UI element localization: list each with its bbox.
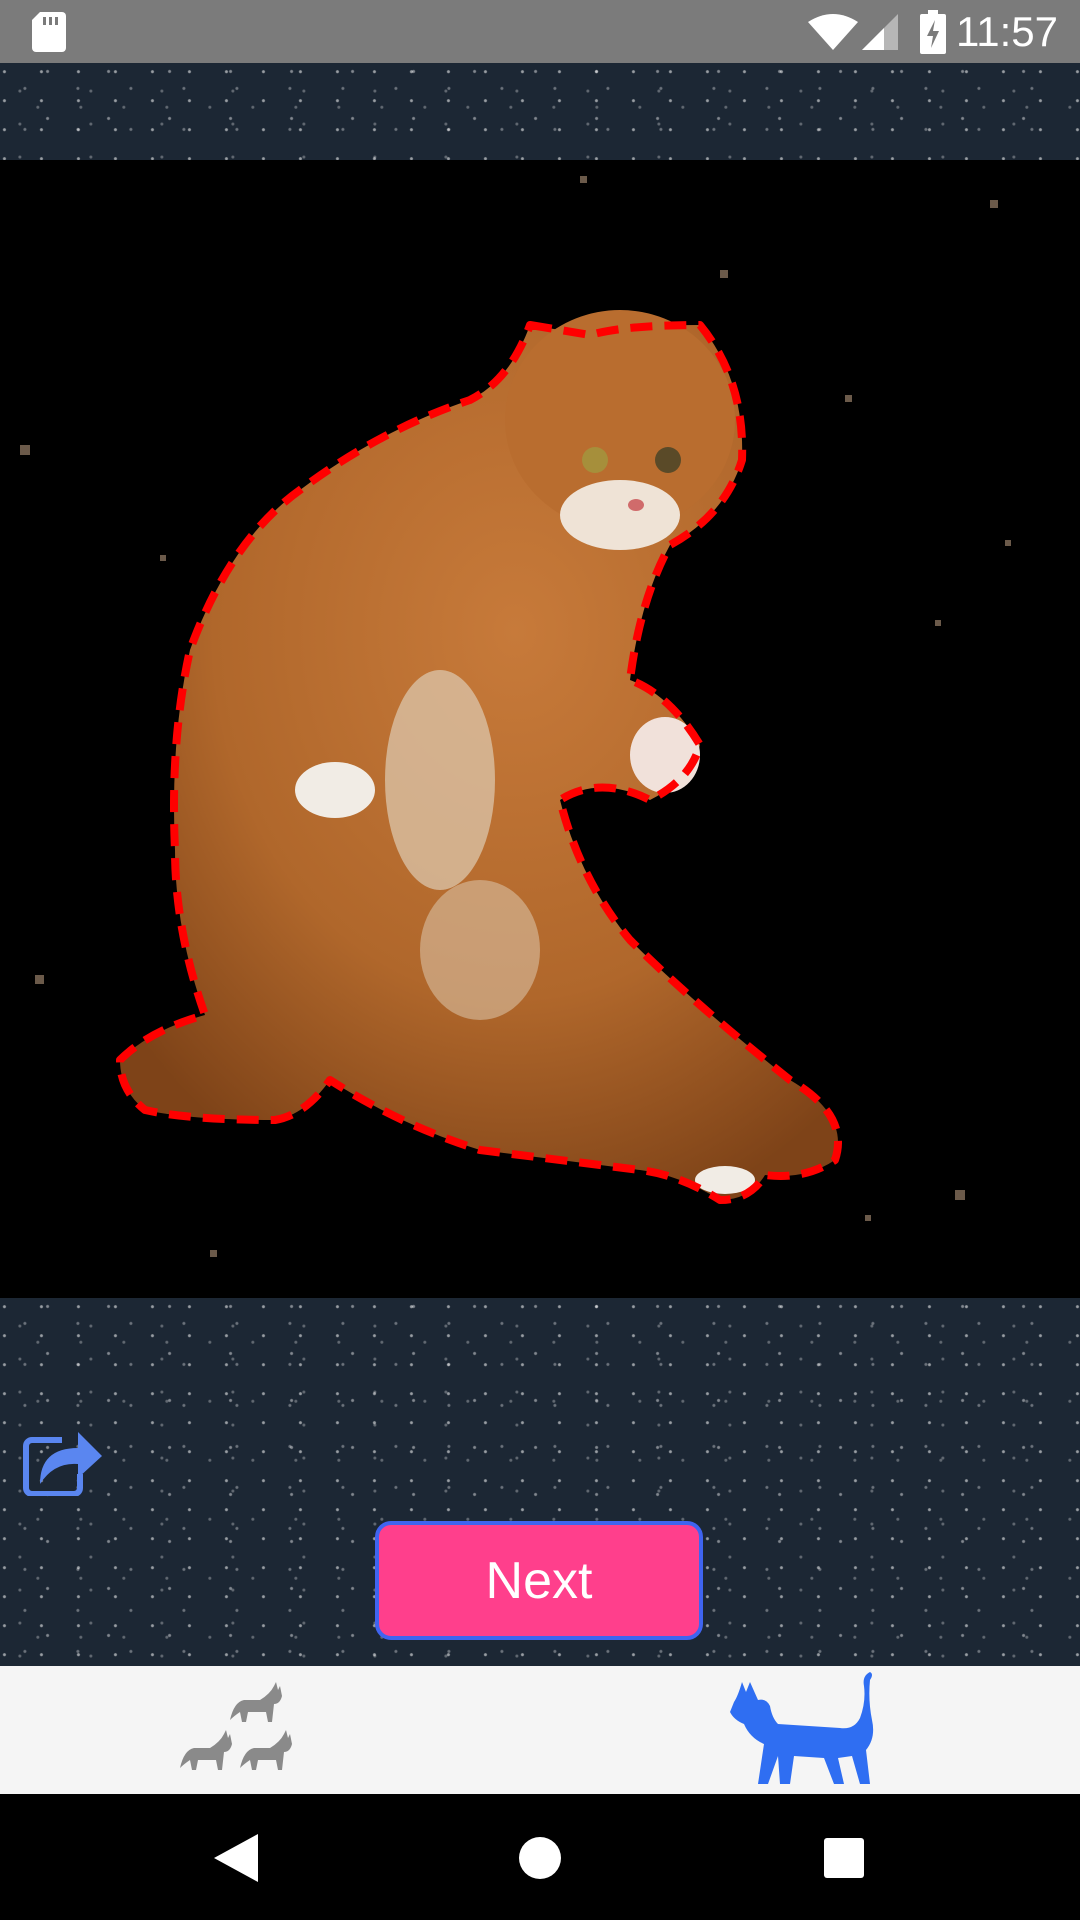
tab-single-cat[interactable] <box>720 1672 890 1788</box>
single-cat-icon <box>730 1672 874 1784</box>
next-button[interactable]: Next <box>375 1521 703 1640</box>
back-icon[interactable] <box>214 1834 258 1882</box>
status-time: 11:57 <box>956 8 1058 55</box>
tab-multiple-cats[interactable] <box>170 1672 340 1788</box>
cat-eye-left <box>582 447 608 473</box>
cat-cutout-image[interactable] <box>0 160 1080 1298</box>
home-icon[interactable] <box>518 1836 562 1880</box>
image-canvas[interactable] <box>0 160 1080 1298</box>
multiple-cats-icon <box>180 1682 292 1770</box>
sd-card-icon <box>32 12 66 52</box>
battery-charging-icon <box>920 10 946 54</box>
recents-icon[interactable] <box>824 1838 864 1878</box>
wifi-icon <box>808 14 858 50</box>
system-navigation-bar <box>0 1794 1080 1920</box>
share-button[interactable] <box>22 1418 104 1497</box>
cat-paw-left <box>295 762 375 818</box>
cat-belly <box>385 670 495 890</box>
bottom-tab-bar <box>0 1666 1080 1794</box>
share-icon <box>23 1432 102 1497</box>
top-background <box>0 63 1080 160</box>
cat-chin <box>560 480 680 550</box>
cat-eye-right <box>655 447 681 473</box>
cat-nose <box>628 499 644 511</box>
status-bar: 11:57 <box>0 0 1080 63</box>
cat-belly-lower <box>420 880 540 1020</box>
signal-icon <box>862 14 898 50</box>
